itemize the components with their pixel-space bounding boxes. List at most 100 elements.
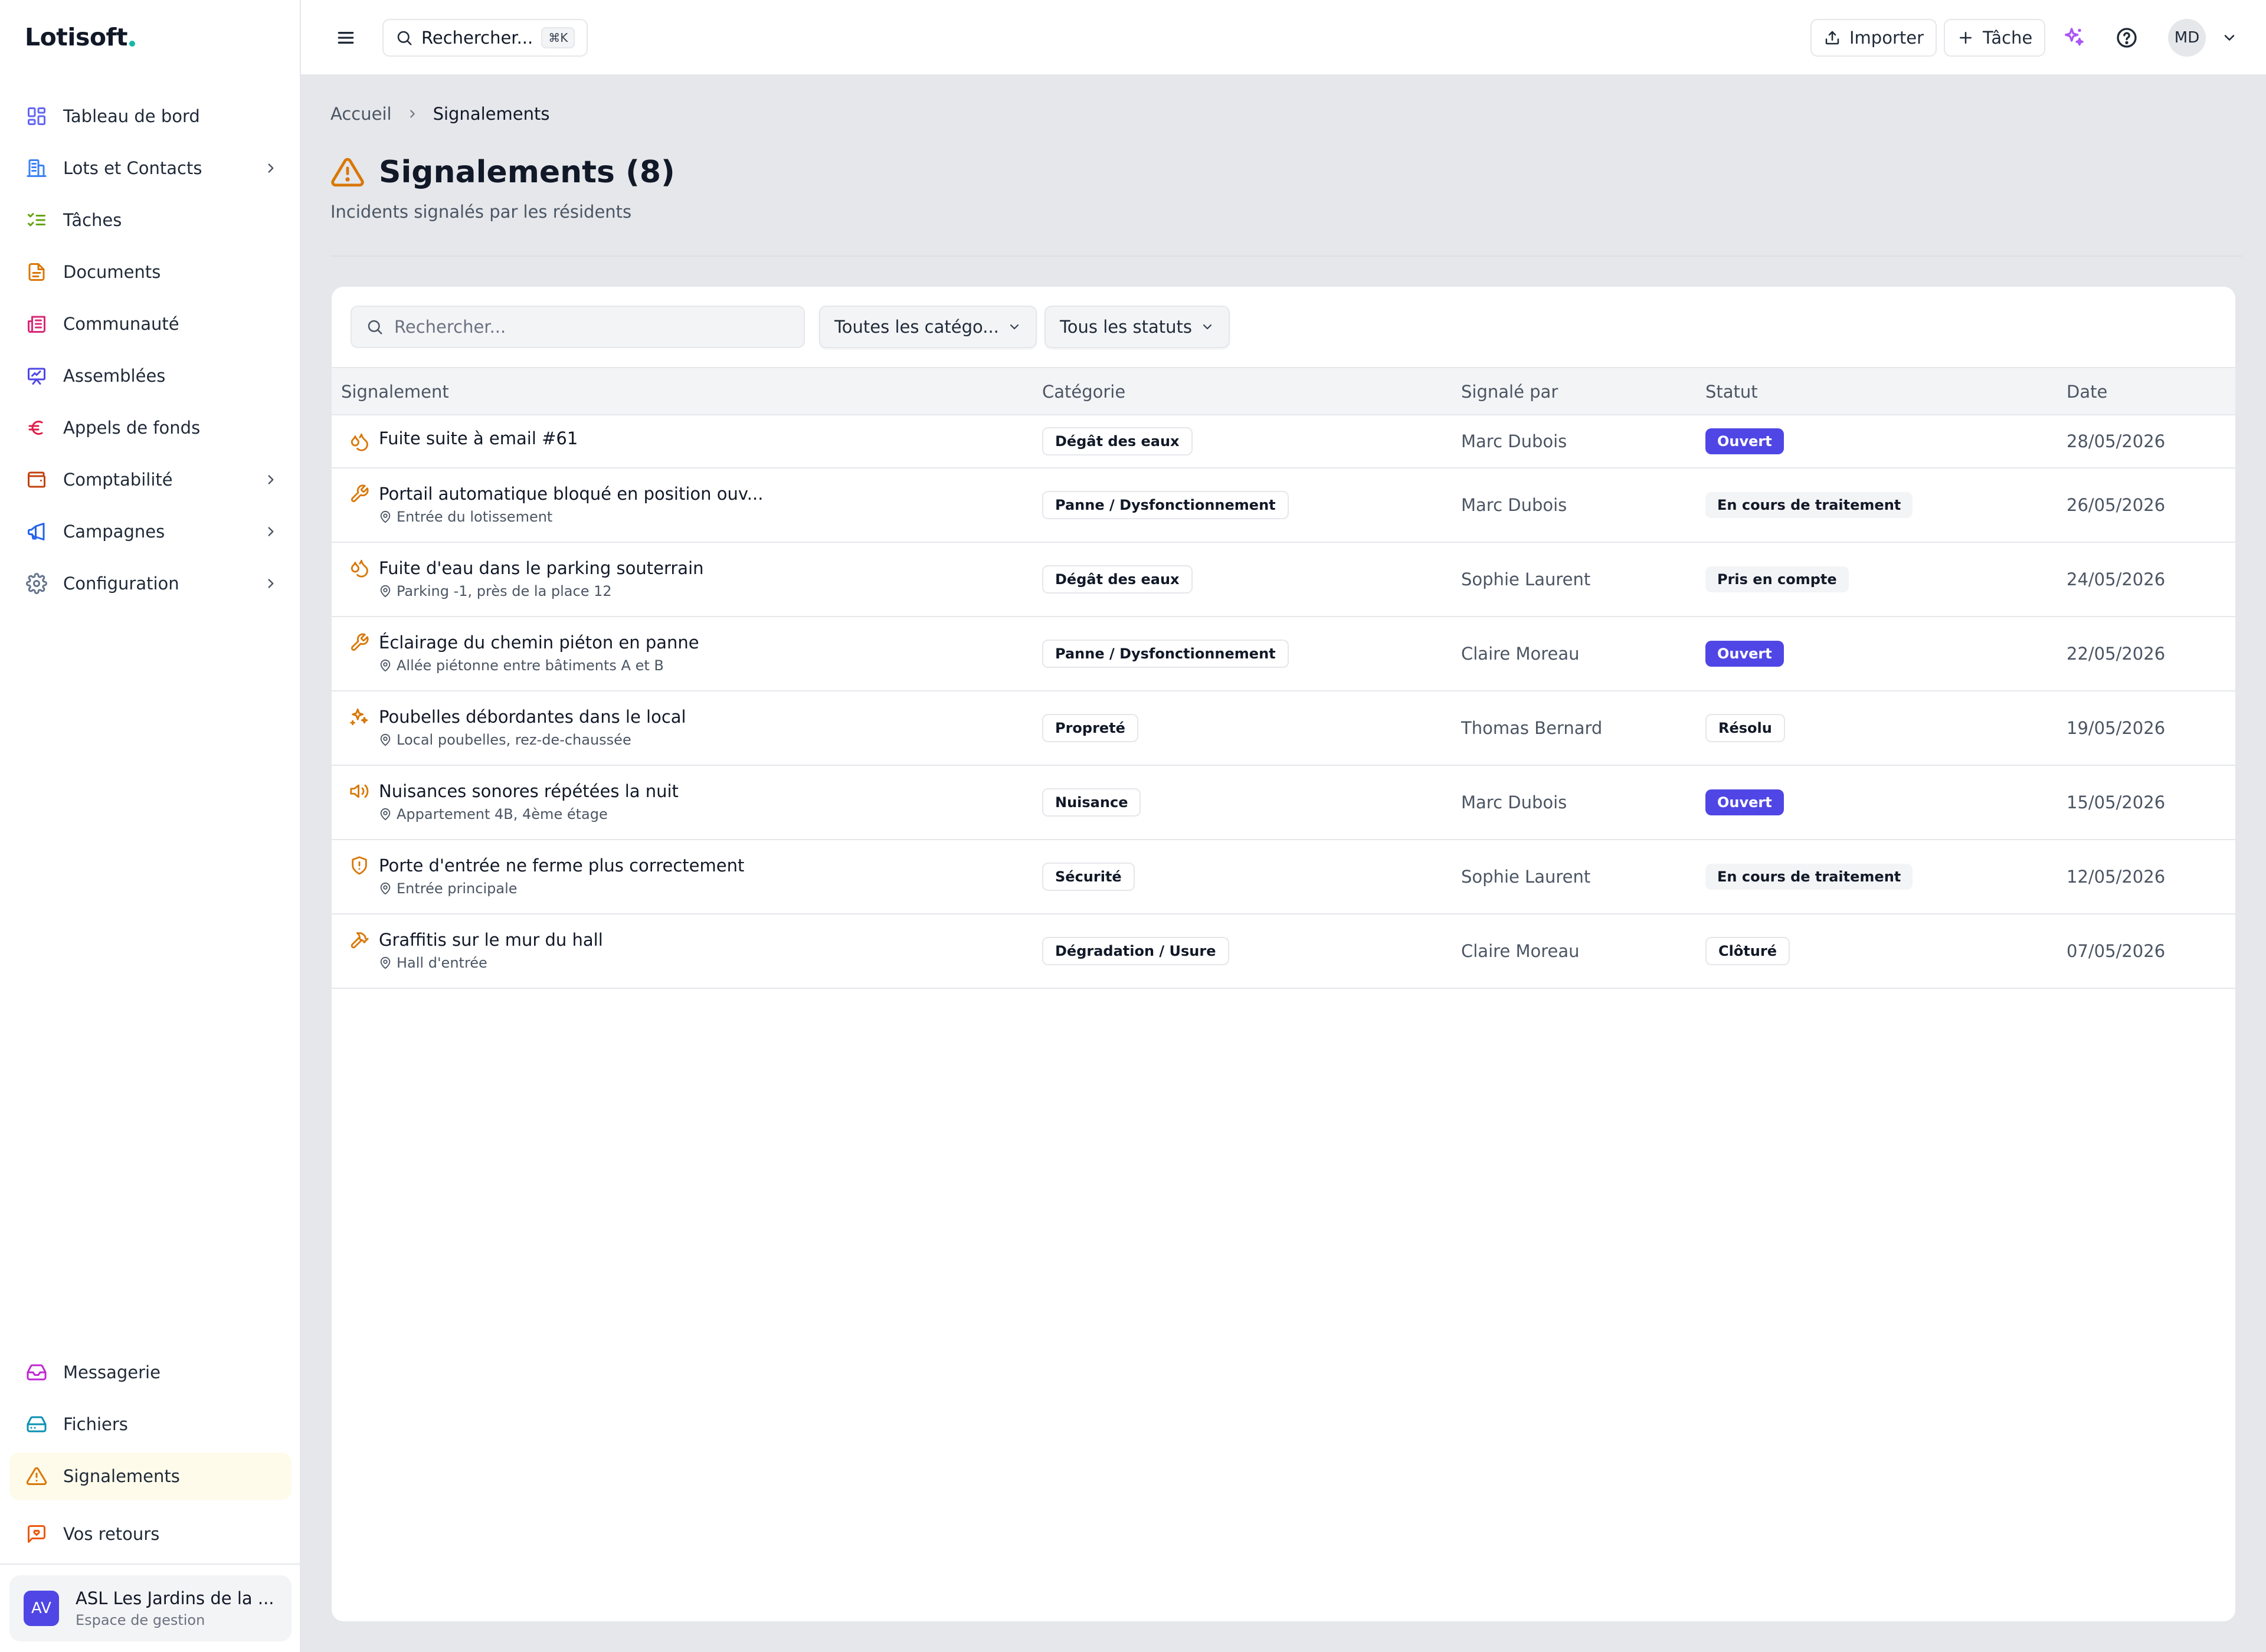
report-date: 07/05/2026	[2067, 941, 2166, 961]
menu-icon[interactable]	[334, 26, 358, 50]
sidebar-item-label: Vos retours	[63, 1524, 160, 1544]
column-header-status[interactable]: Statut	[1705, 368, 1758, 415]
report-location-text: Local poubelles, rez-de-chaussée	[397, 732, 631, 748]
report-date: 24/05/2026	[2067, 569, 2166, 589]
reporter-cell: Marc Dubois	[1461, 766, 1567, 839]
sidebar-item-campagnes[interactable]: Campagnes	[9, 506, 292, 558]
upload-icon	[1825, 31, 1839, 45]
sidebar-item-messagerie[interactable]: Messagerie	[9, 1346, 292, 1398]
status-badge: Résolu	[1705, 714, 1785, 742]
report-title[interactable]: Porte d'entrée ne ferme plus correctemen…	[379, 856, 744, 876]
report-location: Local poubelles, rez-de-chaussée	[379, 732, 686, 748]
user-avatar[interactable]: MD	[2168, 19, 2206, 57]
sidebar-item-taches[interactable]: Tâches	[9, 194, 292, 246]
table-row[interactable]: Porte d'entrée ne ferme plus correctemen…	[332, 840, 2235, 914]
report-title-cell: Nuisances sonores répétées la nuit Appart…	[379, 781, 679, 822]
sidebar-item-label: Communauté	[63, 314, 179, 334]
reporter-name: Marc Dubois	[1461, 431, 1567, 451]
status-badge: En cours de traitement	[1705, 864, 1913, 890]
sidebar-item-assemblees[interactable]: Assemblées	[9, 350, 292, 402]
sidebar: Lotisoft Tableau de bord Lots et Contacts…	[0, 0, 301, 1652]
column-header-category[interactable]: Catégorie	[1042, 368, 1125, 415]
wallet-icon	[25, 468, 48, 491]
column-header-reporter[interactable]: Signalé par	[1461, 368, 1558, 415]
report-title-cell: Éclairage du chemin piéton en panne Allée…	[379, 632, 699, 674]
category-badge: Panne / Dysfonctionnement	[1042, 491, 1289, 519]
column-header-date[interactable]: Date	[2067, 368, 2107, 415]
reporter-name: Sophie Laurent	[1461, 867, 1591, 887]
category-filter-select[interactable]: Toutes les catégo...	[819, 306, 1037, 348]
status-badge: Clôturé	[1705, 937, 1790, 965]
import-button[interactable]: Importer	[1810, 19, 1937, 57]
category-cell: Dégât des eaux	[1042, 415, 1193, 467]
reporter-cell: Claire Moreau	[1461, 617, 1580, 690]
reports-search-input[interactable]: Rechercher...	[351, 306, 805, 348]
category-cell: Sécurité	[1042, 840, 1135, 913]
reports-card: Rechercher... Toutes les catégo... Tous …	[330, 286, 2236, 1622]
sidebar-nav: Tableau de bord Lots et Contacts Tâches Doc…	[9, 90, 292, 609]
organization-switcher[interactable]: AV ASL Les Jardins de la ... Espace de g…	[9, 1575, 292, 1641]
reporter-cell: Sophie Laurent	[1461, 840, 1590, 913]
breadcrumb-current: Signalements	[433, 104, 550, 124]
sparkles-icon[interactable]	[2062, 26, 2085, 50]
category-cell: Dégradation / Usure	[1042, 914, 1229, 988]
report-title[interactable]: Graffitis sur le mur du hall	[379, 930, 603, 950]
report-date: 19/05/2026	[2067, 718, 2166, 738]
report-title[interactable]: Nuisances sonores répétées la nuit	[379, 781, 679, 801]
chevron-down-icon[interactable]	[2221, 30, 2238, 46]
map-pin-icon	[379, 510, 397, 523]
sidebar-item-fichiers[interactable]: Fichiers	[9, 1398, 292, 1450]
category-badge: Dégât des eaux	[1042, 565, 1193, 594]
sidebar-item-vos-retours[interactable]: Vos retours	[9, 1508, 292, 1560]
page-header: Signalements (8)	[330, 155, 675, 190]
sidebar-item-tableau-de-bord[interactable]: Tableau de bord	[9, 90, 292, 142]
sidebar-item-appels-de-fonds[interactable]: Appels de fonds	[9, 402, 292, 454]
report-title-cell: Fuite suite à email #61	[379, 428, 578, 448]
table-row[interactable]: Éclairage du chemin piéton en panne Allée…	[332, 617, 2235, 691]
org-avatar: AV	[24, 1591, 59, 1626]
plus-icon	[1960, 32, 1972, 44]
sidebar-item-configuration[interactable]: Configuration	[9, 558, 292, 609]
sidebar-item-documents[interactable]: Documents	[9, 246, 292, 298]
status-filter-value: Tous les statuts	[1060, 317, 1192, 337]
status-filter-select[interactable]: Tous les statuts	[1044, 306, 1230, 348]
sidebar-item-comptabilite[interactable]: Comptabilité	[9, 454, 292, 506]
table-row[interactable]: Nuisances sonores répétées la nuit Appart…	[332, 766, 2235, 840]
reporter-cell: Marc Dubois	[1461, 415, 1567, 467]
table-row[interactable]: Graffitis sur le mur du hall Hall d'entré…	[332, 914, 2235, 989]
main-content: Accueil Signalements Signalements (8) In…	[301, 76, 2266, 1652]
map-pin-icon	[379, 956, 397, 969]
report-title[interactable]: Poubelles débordantes dans le local	[379, 707, 686, 727]
report-title[interactable]: Éclairage du chemin piéton en panne	[379, 632, 699, 653]
sidebar-item-communaute[interactable]: Communauté	[9, 298, 292, 350]
report-title[interactable]: Portail automatique bloqué en position o…	[379, 484, 763, 504]
help-icon[interactable]	[2115, 26, 2139, 50]
category-badge: Propreté	[1042, 714, 1138, 742]
report-title[interactable]: Fuite d'eau dans le parking souterrain	[379, 558, 704, 578]
date-cell: 22/05/2026	[2067, 617, 2165, 690]
status-cell: En cours de traitement	[1705, 468, 1913, 542]
top-bar: Rechercher... ⌘K Importer Tâche MD	[301, 0, 2266, 76]
report-location: Entrée du lotissement	[379, 509, 763, 525]
sidebar-item-lots-et-contacts[interactable]: Lots et Contacts	[9, 142, 292, 194]
report-date: 26/05/2026	[2067, 495, 2166, 515]
table-row[interactable]: Portail automatique bloqué en position o…	[332, 468, 2235, 543]
date-cell: 26/05/2026	[2067, 468, 2165, 542]
global-search-button[interactable]: Rechercher... ⌘K	[382, 19, 588, 57]
breadcrumb-home[interactable]: Accueil	[330, 104, 392, 124]
sidebar-item-signalements[interactable]: Signalements	[9, 1453, 292, 1500]
shield-icon	[349, 856, 369, 876]
import-label: Importer	[1849, 28, 1924, 48]
column-header-report[interactable]: Signalement	[341, 368, 449, 415]
app-logo[interactable]: Lotisoft	[25, 22, 135, 52]
sidebar-item-label: Campagnes	[63, 522, 165, 542]
table-row[interactable]: Fuite d'eau dans le parking souterrain Pa…	[332, 543, 2235, 617]
message-heart-icon	[25, 1522, 48, 1546]
add-task-button[interactable]: Tâche	[1944, 19, 2046, 57]
chevron-down-icon	[1203, 324, 1212, 330]
report-location: Parking -1, près de la place 12	[379, 583, 704, 599]
table-row[interactable]: Fuite suite à email #61 Dégât des eaux Mar…	[332, 415, 2235, 468]
report-title[interactable]: Fuite suite à email #61	[379, 428, 578, 448]
table-row[interactable]: Poubelles débordantes dans le local Local…	[332, 691, 2235, 766]
megaphone-icon	[25, 520, 48, 543]
